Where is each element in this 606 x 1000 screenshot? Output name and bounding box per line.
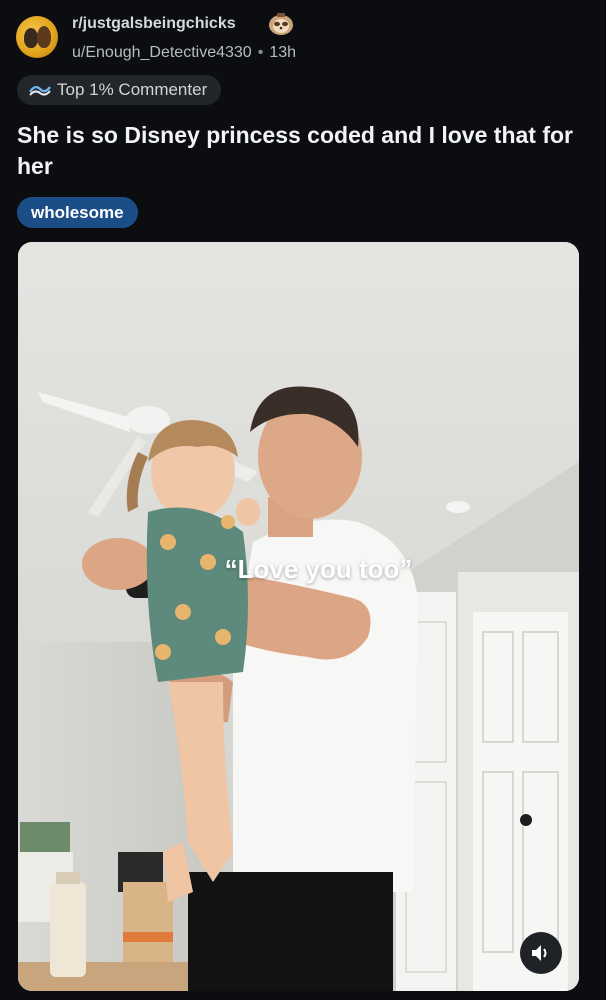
video-caption: “Love you too” [18, 554, 579, 585]
speaker-icon [532, 945, 547, 961]
video-frame-image [18, 242, 579, 991]
post-video[interactable]: “Love you too” [18, 242, 579, 991]
badge-label: Top 1% Commenter [57, 80, 208, 99]
subreddit-avatar[interactable] [16, 16, 58, 58]
meta-separator: • [257, 44, 264, 61]
audio-toggle-button[interactable] [520, 932, 562, 974]
post-title[interactable]: She is so Disney princess coded and I lo… [17, 120, 587, 182]
subreddit-name[interactable]: r/justgalsbeingchicks [72, 15, 236, 33]
sloth-emoji-icon [269, 13, 293, 35]
wave-icon [29, 85, 51, 96]
user-badge[interactable]: Top 1% Commenter [17, 75, 222, 105]
post-header: r/justgalsbeingchicks u/Enough_Detective… [16, 12, 590, 68]
post-meta: u/Enough_Detective4330 • 13h [72, 44, 296, 62]
post-flair[interactable]: wholesome [17, 197, 138, 228]
video-caption-text: “Love you too” [224, 554, 413, 584]
post-age: 13h [269, 44, 297, 61]
username-link[interactable]: u/Enough_Detective4330 [72, 44, 252, 61]
